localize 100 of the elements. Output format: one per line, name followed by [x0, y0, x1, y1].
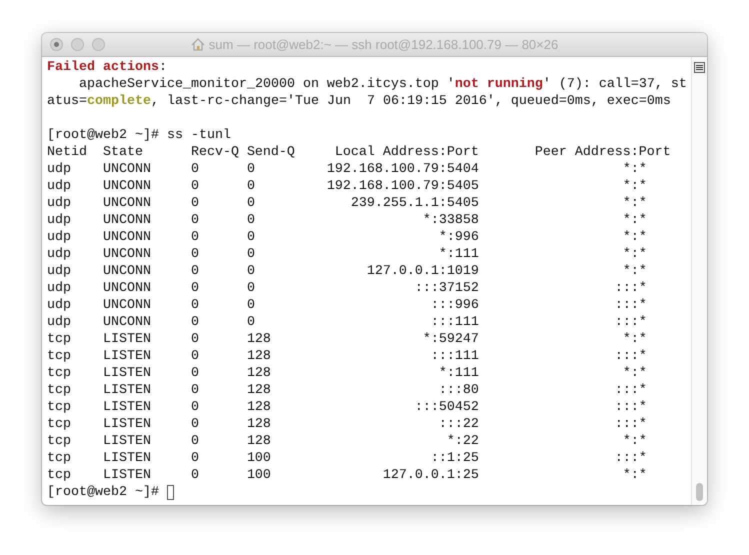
table-cell-text: 128	[246, 365, 272, 382]
table-cell-text: udp	[47, 246, 72, 263]
table-cell-text: 0	[190, 263, 200, 280]
close-button[interactable]	[50, 38, 63, 51]
table-cell-text: 0	[246, 314, 256, 331]
table-cell-text: 100	[246, 450, 272, 467]
table-cell-text: udp	[47, 314, 72, 331]
table-cell-text: :::*	[614, 280, 648, 297]
table-cell-text: LISTEN	[102, 399, 152, 416]
table-cell-text: tcp	[47, 450, 72, 467]
table-cell-text: 0	[190, 161, 200, 178]
table-cell-text: :::*	[614, 382, 648, 399]
table-cell-text: 0	[190, 467, 200, 484]
table-cell-text: *:*	[622, 246, 648, 263]
prompt: [root@web2 ~]#	[47, 484, 159, 501]
table-cell-text: 0	[190, 331, 200, 348]
table-cell-text: UNCONN	[102, 280, 152, 297]
table-cell-text: LISTEN	[102, 331, 152, 348]
table-cell-text: ::1:25	[430, 450, 479, 467]
table-cell-text: 0	[190, 433, 200, 450]
split-pane-icon[interactable]	[694, 62, 705, 73]
table-cell-text: 0	[246, 263, 256, 280]
table-cell-text: 0	[190, 229, 200, 246]
terminal-line: Failed actions:	[47, 59, 168, 76]
table-cell-text: *:*	[622, 178, 648, 195]
table-cell-text: 0	[190, 314, 200, 331]
table-cell-text: 0	[190, 297, 200, 314]
table-cell-text: :::111	[430, 314, 479, 331]
table-cell-text: *:996	[438, 229, 479, 246]
scroll-thumb[interactable]	[696, 483, 703, 501]
table-cell-text: 0	[190, 246, 200, 263]
table-cell-text: :::50452	[414, 399, 479, 416]
table-cell-text: tcp	[47, 331, 72, 348]
column-header: Send-Q	[246, 144, 296, 161]
table-cell-text: 0	[190, 416, 200, 433]
table-cell-text: 0	[190, 212, 200, 229]
table-cell-text: LISTEN	[102, 433, 152, 450]
table-cell-text: 0	[190, 399, 200, 416]
table-cell-text: 0	[190, 382, 200, 399]
table-cell-text: :::111	[430, 348, 479, 365]
table-cell-text: :::*	[614, 399, 648, 416]
minimize-button[interactable]	[71, 38, 84, 51]
table-cell-text: UNCONN	[102, 246, 152, 263]
table-cell-text: 0	[246, 297, 256, 314]
table-cell-text: tcp	[47, 365, 72, 382]
table-cell-text: 0	[190, 195, 200, 212]
table-cell-text: UNCONN	[102, 297, 152, 314]
table-cell-text: 0	[190, 450, 200, 467]
table-cell-text: 239.255.1.1:5405	[350, 195, 479, 212]
table-cell-text: 128	[246, 433, 272, 450]
column-header: Netid	[47, 144, 88, 161]
table-cell-text: UNCONN	[102, 263, 152, 280]
table-cell-text: 128	[246, 416, 272, 433]
window-title: sum — root@web2:~ — ssh root@192.168.100.79 — 80×26	[208, 37, 558, 52]
table-cell-text: LISTEN	[102, 348, 152, 365]
table-cell-text: 100	[246, 467, 272, 484]
table-cell-text: UNCONN	[102, 229, 152, 246]
table-cell-text: LISTEN	[102, 467, 152, 484]
table-cell-text: 128	[246, 348, 272, 365]
table-cell-text: *:*	[622, 433, 648, 450]
home-icon	[190, 38, 205, 51]
table-cell-text: 0	[246, 229, 256, 246]
table-cell-text: udp	[47, 297, 72, 314]
table-cell: 192.168.100.79:5404	[326, 161, 479, 178]
column-header: State	[102, 144, 144, 161]
zoom-button[interactable]	[92, 38, 105, 51]
table-cell-text: :::80	[438, 382, 479, 399]
table-cell-text: UNCONN	[102, 161, 152, 178]
table-cell-text: 127.0.0.1:25	[382, 467, 479, 484]
table-cell-text: :::22	[438, 416, 479, 433]
table-cell-text: *:111	[438, 365, 479, 382]
table-cell-text: :::*	[614, 297, 648, 314]
column-header: Local Address:Port	[334, 144, 479, 161]
table-cell-text: tcp	[47, 382, 72, 399]
table-cell: 192.168.100.79:5405	[326, 178, 479, 195]
table-cell-text: :::*	[614, 348, 648, 365]
table-cell-text: 127.0.0.1:1019	[366, 263, 479, 280]
table-cell-text: LISTEN	[102, 416, 152, 433]
table-cell-text: udp	[47, 178, 72, 195]
table-cell-text: 0	[190, 348, 200, 365]
column-header: Recv-Q	[190, 144, 240, 161]
table-cell-text: UNCONN	[102, 195, 152, 212]
table-cell-text: *:111	[438, 246, 479, 263]
table-cell-text: tcp	[47, 467, 72, 484]
table-cell-text: *:*	[622, 195, 648, 212]
table-cell-text: 0	[190, 365, 200, 382]
text-cursor[interactable]	[166, 485, 174, 500]
table-cell-text: LISTEN	[102, 365, 152, 382]
table-cell-text: :::*	[614, 314, 648, 331]
scrollbar[interactable]	[691, 57, 707, 505]
table-cell-text: udp	[47, 280, 72, 297]
table-cell-text: udp	[47, 212, 72, 229]
table-cell-text: *:*	[622, 263, 648, 280]
table-cell-text: *:*	[622, 365, 648, 382]
table-cell-text: LISTEN	[102, 382, 152, 399]
table-cell-text: *:*	[622, 467, 648, 484]
table-cell-text: udp	[47, 161, 72, 178]
table-cell-text: UNCONN	[102, 178, 152, 195]
table-cell-text: *:*	[622, 229, 648, 246]
table-cell-text: tcp	[47, 399, 72, 416]
